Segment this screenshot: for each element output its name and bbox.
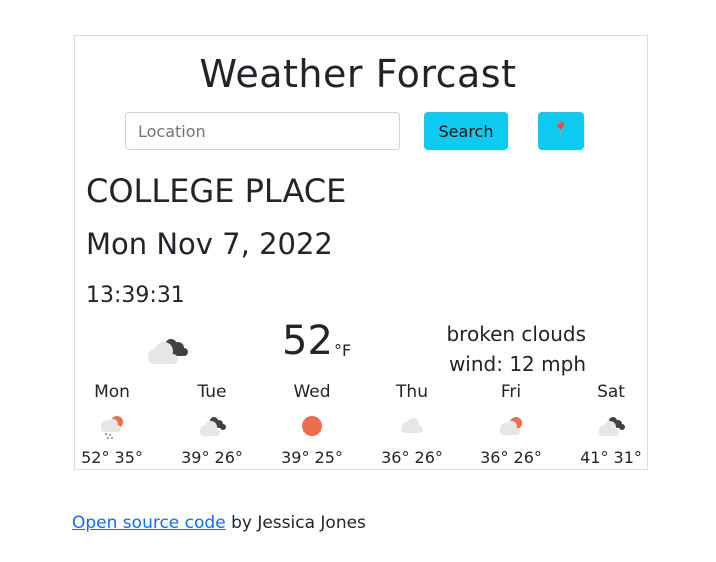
cloud-icon: [372, 404, 452, 448]
forecast-day-fri: Fri 36° 26°: [471, 382, 551, 467]
forecast-day-name: Mon: [94, 382, 130, 402]
forecast-day-name: Fri: [500, 382, 522, 402]
current-date: Mon Nov 7, 2022: [86, 227, 333, 261]
rain-sun-icon: [72, 404, 152, 448]
search-button[interactable]: Search: [424, 112, 508, 150]
broken-clouds-icon: [145, 334, 189, 370]
forecast-day-name: Sat: [597, 382, 625, 402]
page-title: Weather Forcast: [199, 52, 517, 96]
forecast-day-tue: Tue 39° 26°: [172, 382, 252, 467]
footer: Open source code by Jessica Jones: [72, 513, 366, 533]
partly-sunny-icon: [471, 404, 551, 448]
source-code-link[interactable]: Open source code: [72, 513, 226, 533]
forecast-day-mon: Mon 52° 35°: [72, 382, 152, 467]
temperature-unit: °F: [334, 341, 352, 360]
forecast-temps: 41° 31°: [580, 448, 642, 467]
broken-clouds-icon: [571, 404, 651, 448]
forecast-temps: 36° 26°: [480, 448, 542, 467]
location-pin-icon: 📍: [552, 121, 570, 137]
forecast-day-name: Wed: [293, 382, 331, 402]
author-byline: by Jessica Jones: [225, 513, 366, 533]
broken-clouds-icon: [172, 404, 252, 448]
forecast-day-thu: Thu 36° 26°: [372, 382, 452, 467]
forecast-day-name: Thu: [396, 382, 428, 402]
wind-speed: wind: 12 mph: [448, 352, 586, 376]
forecast-temps: 36° 26°: [381, 448, 443, 467]
current-location-button[interactable]: 📍: [538, 112, 584, 150]
forecast-day-wed: Wed 39° 25°: [272, 382, 352, 467]
sun-icon: [272, 404, 352, 448]
forecast-temps: 39° 25°: [281, 448, 343, 467]
current-time: 13:39:31: [86, 283, 185, 308]
weather-description: broken clouds: [446, 322, 586, 346]
forecast-temps: 52° 35°: [81, 448, 143, 467]
forecast-day-name: Tue: [197, 382, 227, 402]
current-temperature: 52: [282, 318, 333, 364]
forecast-day-sat: Sat 41° 31°: [571, 382, 651, 467]
location-input[interactable]: [125, 112, 400, 150]
forecast-temps: 39° 26°: [181, 448, 243, 467]
city-name: COLLEGE PLACE: [86, 172, 347, 210]
